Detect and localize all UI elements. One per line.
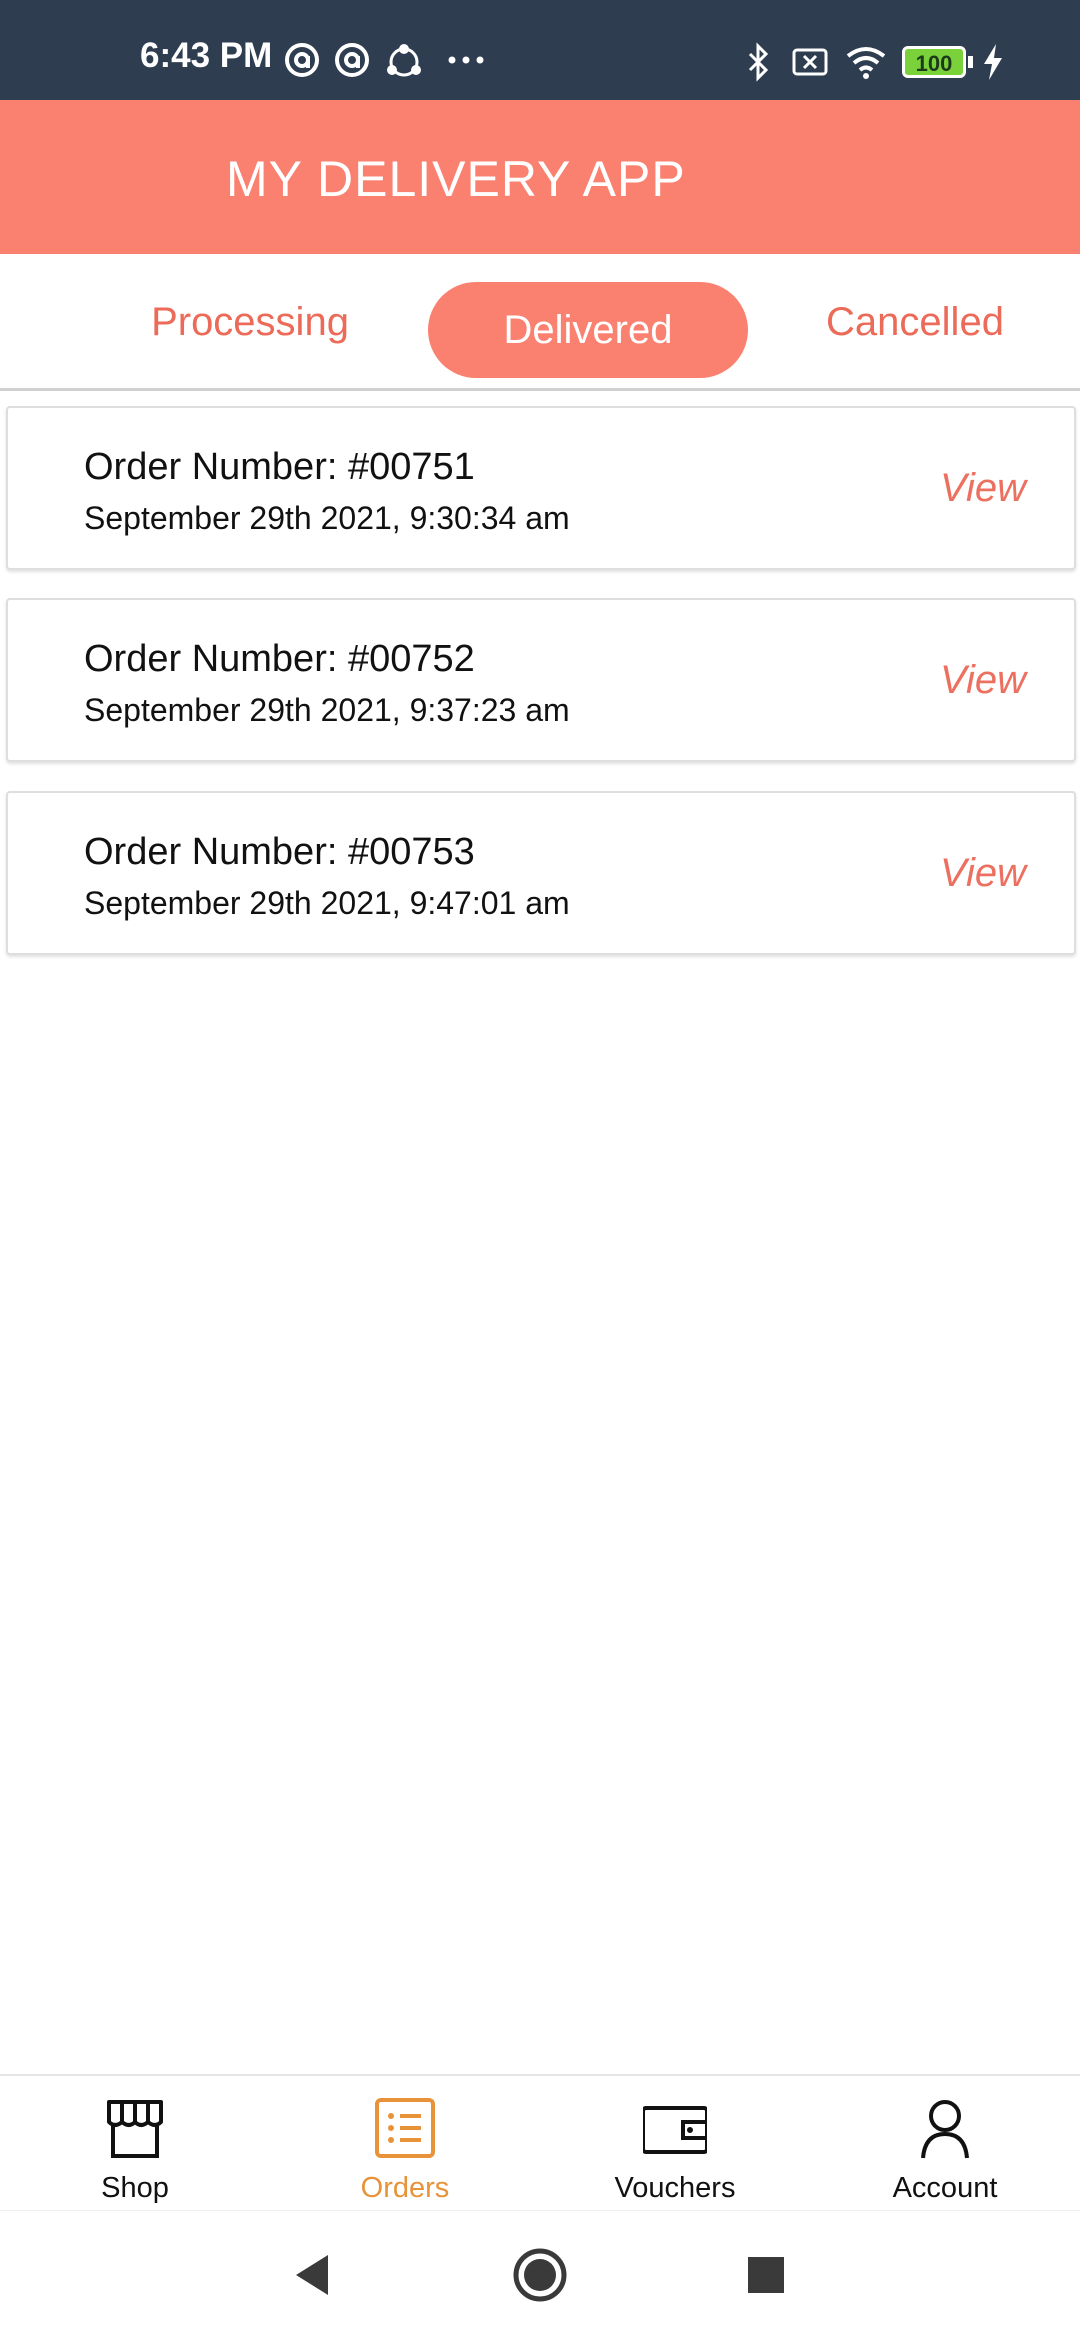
view-order-link[interactable]: View (940, 851, 1026, 896)
bottom-nav: Shop Orders Vouchers Account (0, 2074, 1080, 2210)
share-icon (387, 44, 421, 77)
nav-item-vouchers[interactable]: Vouchers (540, 2076, 810, 2212)
nav-label-orders: Orders (360, 2172, 450, 2204)
tab-delivered[interactable]: Delivered (428, 282, 748, 378)
app-header: MY DELIVERY APP (0, 100, 1080, 254)
status-right-icons: 100 (744, 42, 1044, 82)
order-card[interactable]: Order Number: #00752 September 29th 2021… (6, 598, 1076, 762)
order-date: September 29th 2021, 9:47:01 am (84, 885, 570, 921)
order-date: September 29th 2021, 9:37:23 am (84, 692, 570, 728)
nav-label-shop: Shop (101, 2172, 169, 2204)
battery-icon: 100 (902, 46, 966, 78)
nav-item-orders[interactable]: Orders (270, 2076, 540, 2212)
tab-processing[interactable]: Processing (130, 300, 370, 345)
store-icon (107, 2100, 163, 2158)
view-order-link[interactable]: View (940, 466, 1026, 511)
order-number: Order Number: #00751 (84, 446, 475, 488)
system-nav-bar (0, 2210, 1080, 2340)
wallet-icon (643, 2106, 707, 2154)
bluetooth-icon (748, 42, 769, 82)
orders-list-icon (375, 2098, 435, 2158)
tabs-divider (0, 388, 1080, 391)
view-order-link[interactable]: View (940, 658, 1026, 703)
wifi-icon (846, 47, 886, 79)
at-icon (335, 43, 369, 77)
charging-icon (984, 44, 1002, 80)
nav-item-shop[interactable]: Shop (0, 2076, 270, 2212)
battery-tip (968, 56, 973, 68)
more-dots-icon (448, 56, 484, 64)
tab-cancelled[interactable]: Cancelled (810, 300, 1020, 345)
app-title: MY DELIVERY APP (226, 151, 686, 207)
order-date: September 29th 2021, 9:30:34 am (84, 500, 570, 536)
status-time: 6:43 PM (140, 36, 273, 75)
order-number: Order Number: #00753 (84, 831, 475, 873)
status-bar: 6:43 PM 100 (0, 0, 1080, 100)
order-card[interactable]: Order Number: #00751 September 29th 2021… (6, 406, 1076, 570)
back-icon[interactable] (284, 2247, 340, 2303)
sim-off-icon (792, 48, 828, 76)
nav-label-vouchers: Vouchers (614, 2172, 736, 2204)
order-card[interactable]: Order Number: #00753 September 29th 2021… (6, 791, 1076, 955)
home-icon[interactable] (512, 2247, 568, 2303)
battery-level: 100 (915, 51, 953, 76)
account-icon (921, 2100, 969, 2159)
at-icon (285, 43, 319, 77)
nav-label-account: Account (892, 2172, 998, 2204)
order-status-tabs: Processing Delivered Cancelled (0, 254, 1080, 390)
recents-icon[interactable] (738, 2247, 794, 2303)
order-number: Order Number: #00752 (84, 638, 475, 680)
nav-item-account[interactable]: Account (810, 2076, 1080, 2212)
